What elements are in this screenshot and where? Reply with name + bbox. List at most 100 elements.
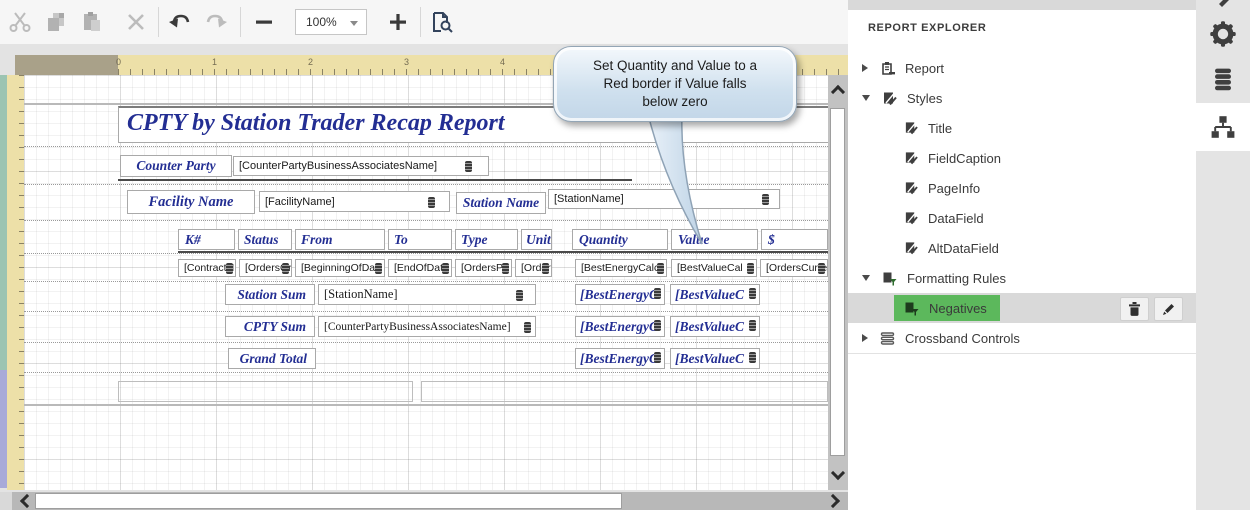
redo-button[interactable] [202, 8, 230, 36]
counter-party-caption[interactable]: Counter Party [120, 155, 232, 177]
tree-item-negatives[interactable]: Negatives [848, 293, 1196, 323]
zoom-in-button[interactable] [384, 8, 412, 36]
facility-name-caption[interactable]: Facility Name [127, 190, 255, 214]
paste-button[interactable] [78, 8, 106, 36]
cut-button[interactable] [6, 8, 34, 36]
grand-total-value-field[interactable]: [BestValueC [670, 348, 760, 369]
counter-party-field[interactable]: [CounterPartyBusinessAssociatesName] [233, 156, 489, 176]
style-icon [904, 211, 918, 225]
cpty-sum-group-field[interactable]: [CounterPartyBusinessAssociatesName] [318, 316, 536, 337]
report-explorer-tree-icon [1211, 115, 1235, 139]
band-separator[interactable] [24, 404, 828, 406]
horizontal-scrollbar-thumb[interactable] [35, 493, 622, 509]
delete-button[interactable] [122, 8, 150, 36]
database-icon [1212, 68, 1234, 92]
callout-line: below zero [642, 93, 707, 111]
column-header-to[interactable]: To [388, 229, 452, 250]
cpty-sum-caption[interactable]: CPTY Sum [225, 316, 315, 337]
column-header-type[interactable]: Type [455, 229, 518, 250]
expander-expanded-icon[interactable] [862, 275, 870, 281]
settings-button[interactable] [1209, 20, 1237, 48]
expander-collapsed-icon[interactable] [862, 334, 868, 342]
toolbar-separator [158, 7, 159, 37]
database-field-icon [465, 161, 472, 172]
station-sum-value-field[interactable]: [BestValueC [670, 284, 760, 305]
callout-tail [620, 112, 730, 252]
column-header-unit[interactable]: Unit [521, 229, 552, 250]
expander-expanded-icon[interactable] [862, 95, 870, 101]
tree-item-formatting-rules[interactable]: Formatting Rules [848, 263, 1196, 293]
cpty-sum-value-field[interactable]: [BestValueC [670, 316, 760, 337]
tree-item-style-altdatafield[interactable]: AltDataField [848, 233, 1250, 263]
detail-field-orders-currency[interactable]: [OrdersCurre [760, 259, 828, 277]
page-footer-control[interactable] [118, 381, 413, 402]
band-separator[interactable] [24, 372, 828, 373]
paste-icon [80, 10, 104, 34]
detail-field-best-energy[interactable]: [BestEnergyCalc [575, 259, 667, 277]
vertical-ruler[interactable] [7, 75, 25, 490]
undo-button[interactable] [166, 8, 194, 36]
report-explorer-button[interactable] [1209, 113, 1237, 141]
band-separator[interactable] [24, 342, 828, 343]
tree-item-crossband-controls[interactable]: Crossband Controls [848, 323, 1196, 353]
edit-rule-button[interactable] [1154, 297, 1183, 321]
band-separator[interactable] [24, 311, 828, 312]
delete-rule-button[interactable] [1120, 297, 1149, 321]
band-separator[interactable] [24, 253, 828, 254]
page-footer-control[interactable] [421, 381, 828, 402]
tree-item-style-pageinfo[interactable]: PageInfo [848, 173, 1250, 203]
detail-field-orders-order[interactable]: [OrdersOrd [239, 259, 292, 277]
report-designer-window: 100% 0 1 2 3 4 5 6 7 [0, 0, 1250, 510]
detail-field-end-date[interactable]: [EndOfDat [388, 259, 452, 277]
column-header-dollar[interactable]: $ [761, 229, 828, 250]
detail-field-best-value[interactable]: [BestValueCal [671, 259, 757, 277]
negatives-selection-highlight: Negatives [894, 295, 1000, 321]
detail-field-beginning-date[interactable]: [BeginningOfDa [295, 259, 385, 277]
tree-item-style-fieldcaption[interactable]: FieldCaption [848, 143, 1250, 173]
tree-item-style-datafield[interactable]: DataField [848, 203, 1250, 233]
properties-button[interactable] [1209, 0, 1237, 14]
vertical-scrollbar[interactable] [828, 75, 848, 490]
copy-icon [44, 10, 68, 34]
ruler-margin-area [15, 55, 118, 75]
detail-field-contract[interactable]: [ContractN [178, 259, 236, 277]
report-icon [880, 61, 895, 76]
tree-item-report[interactable]: Report [848, 53, 1196, 83]
grand-total-energy-field[interactable]: [BestEnergyC [575, 348, 665, 369]
tree-item-styles[interactable]: Styles [848, 83, 1196, 113]
expander-collapsed-icon[interactable] [862, 64, 868, 72]
cut-icon [8, 10, 32, 34]
horizontal-scrollbar[interactable] [12, 492, 848, 510]
preview-icon [430, 10, 454, 34]
preview-button[interactable] [428, 8, 456, 36]
column-header-from[interactable]: From [295, 229, 385, 250]
field-list-button[interactable] [1209, 66, 1237, 94]
database-field-icon [762, 194, 769, 205]
detail-field-orders-p[interactable]: [OrdersP [455, 259, 512, 277]
zoom-out-button[interactable] [250, 8, 278, 36]
scroll-up-button[interactable] [828, 81, 848, 103]
station-sum-group-field[interactable]: [StationName] [318, 284, 536, 305]
tree-item-style-title[interactable]: Title [848, 113, 1250, 143]
callout-line: Red border if Value falls [603, 75, 746, 93]
column-header-status[interactable]: Status [238, 229, 292, 250]
redo-icon [204, 10, 228, 34]
band-separator[interactable] [24, 281, 828, 282]
station-name-caption[interactable]: Station Name [456, 192, 546, 214]
database-field-icon [657, 263, 664, 274]
scroll-down-button[interactable] [828, 462, 848, 484]
station-sum-caption[interactable]: Station Sum [225, 284, 315, 305]
cpty-sum-energy-field[interactable]: [BestEnergyC [575, 316, 665, 337]
scroll-right-button[interactable] [822, 492, 844, 510]
trash-icon [1128, 302, 1141, 316]
facility-name-field[interactable]: [FacilityName] [259, 191, 450, 212]
database-field-icon [749, 352, 756, 363]
zoom-level-select[interactable]: 100% [295, 9, 367, 35]
detail-field-order[interactable]: [Order [515, 259, 552, 277]
station-sum-energy-field[interactable]: [BestEnergyC [575, 284, 665, 305]
database-field-icon [226, 263, 233, 274]
vertical-scrollbar-thumb[interactable] [830, 108, 845, 456]
copy-button[interactable] [42, 8, 70, 36]
column-header-k[interactable]: K# [178, 229, 235, 250]
grand-total-caption[interactable]: Grand Total [228, 348, 316, 369]
